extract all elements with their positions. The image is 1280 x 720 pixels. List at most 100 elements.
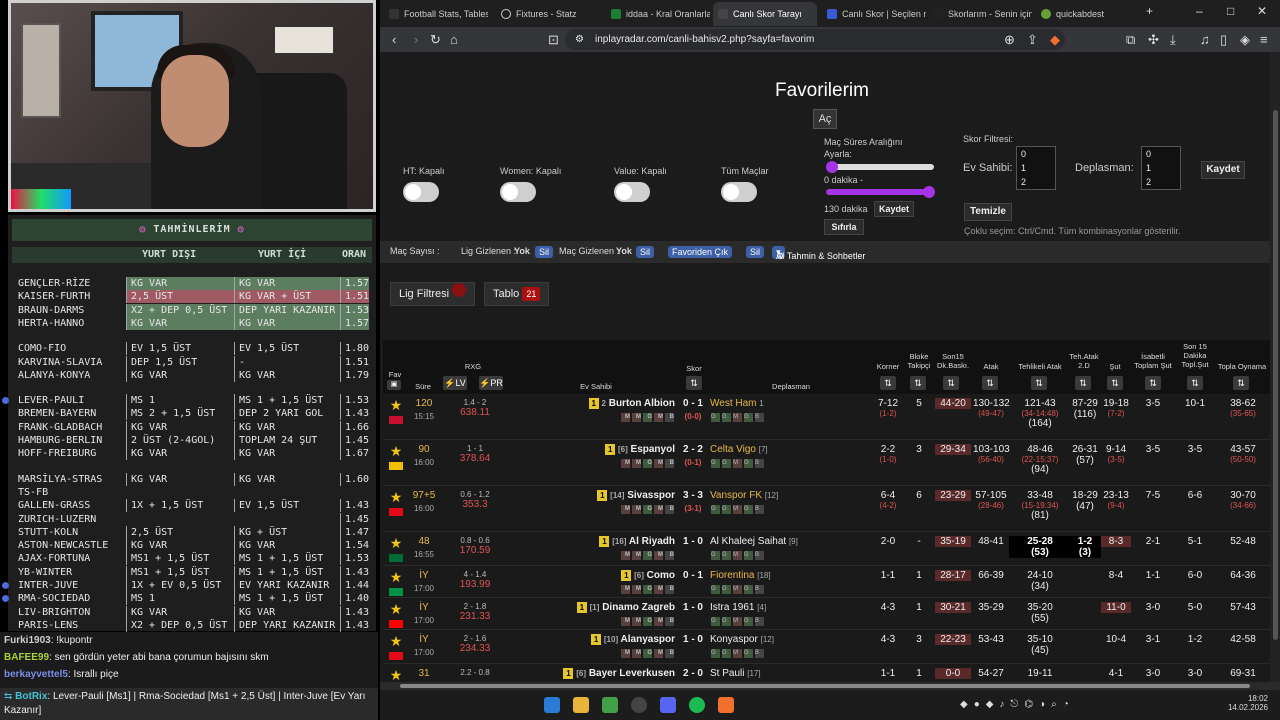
discord-icon[interactable] — [660, 697, 676, 713]
url-field[interactable]: ⚙ inplayradar.com/canli-bahisv2.php?sayf… — [565, 29, 1065, 50]
match-row[interactable]: ★ İY 17:00 4 - 1.4 193.99 1 [6] Como M M G M B 0 - … — [383, 566, 1270, 598]
home-score-select[interactable]: 0 1 2 — [1016, 146, 1056, 190]
windows-start-icon[interactable] — [544, 697, 560, 713]
sort-icon[interactable]: ⇅ — [982, 376, 998, 390]
reload-icon[interactable]: ↻ — [430, 32, 441, 48]
site-info-icon[interactable]: ⚙ — [575, 29, 584, 50]
ai-chat-button[interactable]: ⚙ AI Tahmin & Sohbetler ▾ — [772, 246, 865, 261]
scroll-thumb[interactable] — [400, 684, 1250, 688]
home-team-cell[interactable]: 1 [14] Sivasspor M M G M B — [597, 490, 675, 515]
option[interactable]: 2 — [1021, 175, 1055, 189]
favorite-star-button[interactable]: ★ — [387, 601, 405, 628]
home-team-cell[interactable]: 1 [16] Al Riyadh M M G M B — [599, 536, 675, 561]
zoom-icon[interactable]: ⊕ — [1004, 32, 1015, 48]
maximize-icon[interactable]: □ — [1227, 4, 1234, 18]
sort-icon[interactable]: ⇅ — [1075, 376, 1091, 390]
clear-button[interactable]: Temizle — [964, 203, 1012, 221]
home-team-cell[interactable]: 1 [1] Dinamo Zagreb M M G M B — [576, 602, 675, 627]
download-icon[interactable]: ⤓ — [1170, 32, 1176, 48]
home-team-cell[interactable]: 1 2 Burton Albion M M G M B — [588, 398, 675, 423]
sort-icon[interactable]: ⇅ — [1187, 376, 1203, 390]
horizontal-scrollbar[interactable] — [380, 682, 1280, 690]
sort-icon[interactable]: ⇅ — [880, 376, 896, 390]
value-toggle[interactable]: Value: Kapalı — [614, 166, 667, 202]
option[interactable]: 0 — [1146, 147, 1180, 161]
obs-icon[interactable] — [631, 697, 647, 713]
favorite-star-button[interactable]: ★ — [387, 667, 405, 682]
forward-icon[interactable]: › — [414, 32, 418, 47]
scroll-thumb[interactable] — [1273, 110, 1278, 640]
puzzle-icon[interactable]: ✣ — [1148, 32, 1159, 48]
match-row[interactable]: ★ 97+5 16:00 0.6 - 1.2 353.3 1 [14] Sivasspor… — [383, 486, 1270, 532]
sort-icon[interactable]: ⇅ — [686, 376, 702, 390]
trash-icon[interactable]: ▣ — [387, 380, 401, 390]
pr-sort-button[interactable]: ⚡PR — [479, 376, 503, 390]
tab-fixtures[interactable]: Fixtures - Statz — [496, 2, 600, 26]
tab-canli-skor-active[interactable]: Canlı Skor Tarayı — [713, 2, 817, 26]
away-team-cell[interactable]: Istra 1961 [4] G G M G B — [710, 602, 766, 627]
home-team-cell[interactable]: 1 [10] Alanyaspor M M G M B — [591, 634, 675, 659]
back-icon[interactable]: ‹ — [392, 32, 396, 47]
tab-iddaa[interactable]: iddaa - Kral Oranlarla — [606, 2, 710, 26]
remove-favorite-button[interactable]: Favoriden Çık — [668, 246, 733, 258]
range-max-knob[interactable] — [923, 186, 935, 198]
league-filter-button[interactable]: Lig Filtresi — [390, 282, 476, 306]
match-row[interactable]: ★ 90 16:00 1 - 1 378.64 1 [6] Espanyol M M G M B 2 … — [383, 440, 1270, 486]
score-save-button[interactable]: Kaydet — [1201, 161, 1245, 179]
sort-icon[interactable]: ⇅ — [1145, 376, 1161, 390]
value-switch[interactable] — [614, 182, 650, 202]
sort-icon[interactable]: ⇅ — [1107, 376, 1123, 390]
match-row[interactable]: ★ 31 2.2 - 0.8 1 [6] Bayer LeverkusenMMGMB 2… — [383, 664, 1270, 682]
tab-football-stats[interactable]: Football Stats, Tables — [384, 2, 488, 26]
ht-toggle[interactable]: HT: Kapalı — [403, 166, 445, 202]
match-row[interactable]: ★ 48 16:55 0.8 - 0.6 170.59 1 [16] Al Riyadh M… — [383, 532, 1270, 566]
tab-skorlarim[interactable]: Skorlarım - Senin için — [928, 2, 1032, 26]
favorite-star-button[interactable]: ★ — [387, 535, 405, 562]
range-save-button[interactable]: Kaydet — [874, 201, 914, 217]
favorite-star-button[interactable]: ★ — [387, 489, 405, 516]
all-matches-switch[interactable] — [721, 182, 757, 202]
away-team-cell[interactable]: West Ham 1 GGMGB — [710, 398, 765, 423]
league-delete-button[interactable]: Sil — [535, 246, 554, 258]
option[interactable]: 0 — [1021, 147, 1055, 161]
media-icon[interactable]: ♫ — [1200, 32, 1210, 47]
range-min-knob[interactable] — [826, 161, 838, 173]
new-tab-icon[interactable]: + — [1146, 4, 1153, 18]
away-team-cell[interactable]: Konyaspor [12] G G M G B — [710, 634, 774, 659]
favorite-star-button[interactable]: ★ — [387, 397, 405, 424]
favorite-star-button[interactable]: ★ — [387, 569, 405, 596]
away-team-cell[interactable]: Celta Vigo [7] G G M G B — [710, 444, 768, 469]
women-switch[interactable] — [500, 182, 536, 202]
brave-shield-icon[interactable]: ◆ — [1050, 32, 1060, 48]
menu-icon[interactable]: ≡ — [1260, 32, 1268, 47]
open-button[interactable]: Aç — [813, 109, 837, 129]
option[interactable]: 1 — [1146, 161, 1180, 175]
home-team-cell[interactable]: 1 [6] Bayer LeverkusenMMGMB — [563, 668, 675, 682]
option[interactable]: 1 — [1021, 161, 1055, 175]
favorite-star-button[interactable]: ★ — [387, 443, 405, 470]
lv-sort-button[interactable]: ⚡LV — [443, 376, 467, 390]
away-score-select[interactable]: 0 1 2 — [1141, 146, 1181, 190]
minimize-icon[interactable]: – — [1196, 4, 1203, 18]
home-team-cell[interactable]: 1 [6] Como M M G M B — [620, 570, 675, 595]
sort-icon[interactable]: ⇅ — [1233, 376, 1249, 390]
notepad-icon[interactable] — [602, 697, 618, 713]
file-explorer-icon[interactable] — [573, 697, 589, 713]
all-matches-toggle[interactable]: Tüm Maçlar — [721, 166, 769, 202]
tab-canli-skor-secilen[interactable]: Canlı Skor | Seçilen m — [822, 2, 926, 26]
ht-switch[interactable] — [403, 182, 439, 202]
spotify-icon[interactable] — [689, 697, 705, 713]
match-row[interactable]: ★ 120 15:15 1.4 - 2 638.11 1 2 Burton Albion M… — [383, 394, 1270, 440]
delete-button[interactable]: Sil — [746, 246, 765, 258]
table-button[interactable]: Tablo 21 — [484, 282, 550, 306]
range-max-slider[interactable] — [826, 189, 934, 195]
option[interactable]: 2 — [1146, 175, 1180, 189]
match-row[interactable]: ★ İY 17:00 2 - 1.6 234.33 1 [10] Alanyaspor M M… — [383, 630, 1270, 664]
favorite-star-button[interactable]: ★ — [387, 633, 405, 660]
sort-icon[interactable]: ⇅ — [943, 376, 959, 390]
sort-icon[interactable]: ⇅ — [1031, 376, 1047, 390]
brave-icon[interactable] — [718, 697, 734, 713]
range-reset-button[interactable]: Sıfırla — [824, 219, 864, 235]
home-icon[interactable]: ⌂ — [450, 32, 458, 47]
close-icon[interactable]: ✕ — [1257, 4, 1267, 18]
